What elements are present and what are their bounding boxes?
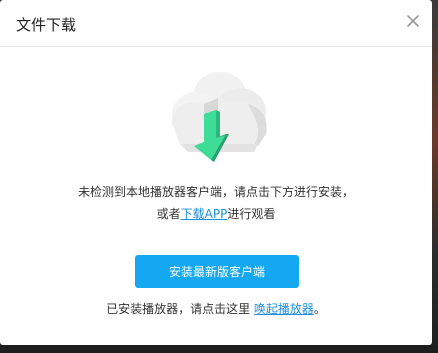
download-app-message: 或者下载APP进行观看	[0, 205, 432, 222]
installed-suffix: 。	[313, 302, 326, 316]
message-suffix: 进行观看	[227, 207, 276, 221]
download-app-link[interactable]: 下载APP	[181, 207, 228, 221]
not-detected-message: 未检测到本地播放器客户端，请点击下方进行安装，	[77, 185, 354, 199]
dialog-title: 文件下载	[16, 16, 77, 34]
background-bottom-edge	[0, 345, 438, 353]
launch-player-message: 已安装播放器，请点击这里 唤起播放器。	[0, 300, 432, 317]
background-right-edge	[432, 0, 438, 353]
cloud-download-icon	[158, 64, 274, 174]
dialog-header: 文件下载	[0, 0, 432, 47]
message-prefix: 或者	[156, 207, 181, 221]
install-latest-client-button[interactable]: 安装最新版客户端	[135, 255, 299, 288]
file-download-dialog: 文件下载 未检测到本地播放器客户端，请点击下方进行安装， 或者下载APP进行观看…	[0, 0, 432, 345]
launch-player-link[interactable]: 唤起播放器	[254, 302, 314, 316]
close-icon[interactable]	[404, 12, 422, 30]
installed-prefix: 已安装播放器，请点击这里	[106, 302, 251, 316]
